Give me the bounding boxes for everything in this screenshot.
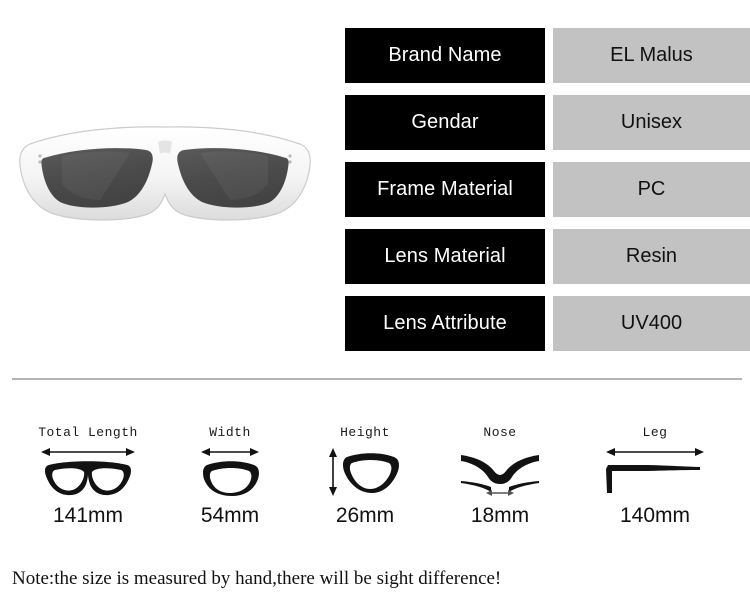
spec-key-lens-material: Lens Material [345, 229, 545, 284]
left-hinge-lower [38, 160, 42, 164]
cell-gap [545, 162, 553, 217]
lens-width-icon [155, 441, 305, 503]
cell-gap [545, 229, 553, 284]
measurement-nose: Nose 18mm [425, 425, 575, 528]
right-hinge-lower [288, 160, 292, 164]
glasses-front-icon [13, 441, 163, 503]
spec-value-lens-material: Resin [553, 229, 750, 284]
table-row: Frame Material PC [345, 162, 750, 217]
temple-leg-icon [580, 441, 730, 503]
spec-key-lens-attribute: Lens Attribute [345, 296, 545, 351]
spec-value-frame-material: PC [553, 162, 750, 217]
measurement-label: Width [209, 425, 251, 440]
right-hinge [288, 154, 292, 158]
lens-height-icon [290, 441, 440, 503]
spec-key-frame-material: Frame Material [345, 162, 545, 217]
table-row: Lens Attribute UV400 [345, 296, 750, 351]
spec-value-lens-attribute: UV400 [553, 296, 750, 351]
table-row: Brand Name EL Malus [345, 28, 750, 83]
cell-gap [545, 28, 553, 83]
spec-value-brand-name: EL Malus [553, 28, 750, 83]
left-hinge [38, 154, 42, 158]
measurement-leg: Leg 140mm [580, 425, 730, 528]
measurement-value: 18mm [470, 504, 530, 527]
sunglasses-illustration [19, 126, 311, 221]
measurement-value: 26mm [335, 504, 395, 527]
spec-value-gendar: Unisex [553, 95, 750, 150]
nose-bridge [158, 140, 172, 154]
section-divider [12, 378, 742, 380]
measurement-total-length: Total Length 141mm [13, 425, 163, 528]
measurement-value: 141mm [52, 504, 124, 527]
specification-table: Brand Name EL Malus Gendar Unisex Frame … [345, 28, 750, 363]
measurement-value: 54mm [200, 504, 260, 527]
nose-bridge-icon [425, 441, 575, 503]
measurement-width: Width 54mm [155, 425, 305, 528]
spec-key-brand-name: Brand Name [345, 28, 545, 83]
measurement-label: Leg [642, 425, 668, 440]
cell-gap [545, 296, 553, 351]
measurement-label: Height [340, 425, 390, 440]
measurement-label: Nose [483, 425, 517, 440]
measurement-value: 140mm [619, 504, 691, 527]
measurement-label: Total Length [38, 425, 138, 440]
product-image [0, 96, 330, 256]
table-row: Lens Material Resin [345, 229, 750, 284]
footer-note: Note:the size is measured by hand,there … [12, 568, 502, 589]
measurement-height: Height 26mm [290, 425, 440, 528]
table-row: Gendar Unisex [345, 95, 750, 150]
measurement-strip: Total Length 141mm Width 54mm Height 26m… [0, 425, 750, 540]
cell-gap [545, 95, 553, 150]
spec-key-gendar: Gendar [345, 95, 545, 150]
